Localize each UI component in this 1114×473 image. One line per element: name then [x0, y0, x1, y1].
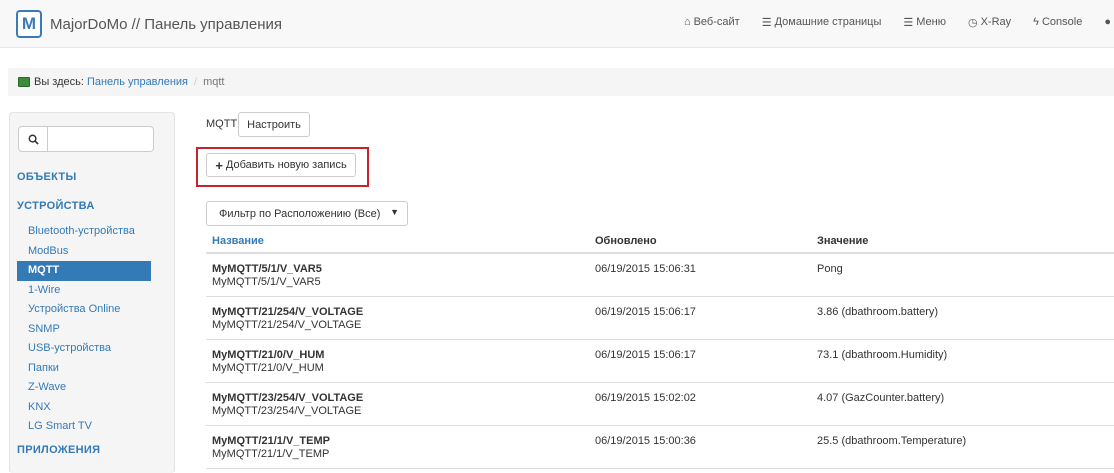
sidebar-item[interactable]: LG Smart TV	[17, 417, 151, 437]
cell-name: MyMQTT/21/254/V_VOLTAGE MyMQTT/21/254/V_V…	[212, 306, 363, 332]
cell-updated: 06/19/2015 15:06:17	[595, 349, 696, 361]
table-header: Название Обновлено Значение	[206, 229, 1114, 254]
cell-updated: 06/19/2015 15:02:02	[595, 392, 696, 404]
bolt-icon: ϟ	[1033, 16, 1039, 28]
sidebar-item[interactable]: USB-устройства	[17, 339, 151, 359]
cell-value: 73.1 (dbathroom.Humidity)	[817, 349, 948, 361]
table-row[interactable]: MyMQTT/23/254/V_VOLTAGE MyMQTT/23/254/V_V…	[206, 383, 1114, 426]
cell-name: MyMQTT/5/1/V_VAR5 MyMQTT/5/1/V_VAR5	[212, 263, 322, 289]
top-nav-menu: ⌂ Веб-сайт ☰ Домашние страницы ☰ Меню ◷ …	[684, 0, 1114, 44]
sidebar-section-apps[interactable]: ПРИЛОЖЕНИЯ	[17, 444, 100, 456]
breadcrumb: Вы здесь: Панель управления / mqtt	[8, 68, 1114, 96]
majordomo-logo[interactable]: M	[16, 10, 42, 38]
globe-icon: ●	[1104, 16, 1111, 28]
clock-icon: ◷	[967, 16, 978, 29]
nav-xray[interactable]: ◷ X-Ray	[968, 16, 1011, 29]
nav-language[interactable]: ●	[1104, 16, 1114, 28]
module-label: MQTT	[206, 118, 238, 130]
search-icon	[28, 134, 39, 145]
table-row[interactable]: MyMQTT/21/1/V_TEMP MyMQTT/21/1/V_TEMP 06/1…	[206, 426, 1114, 469]
sidebar-item[interactable]: MQTT	[17, 261, 151, 281]
sidebar-item[interactable]: Устройства Online	[17, 300, 151, 320]
breadcrumb-current: mqtt	[203, 76, 225, 88]
add-record-label: Добавить новую запись	[225, 159, 347, 171]
nav-menu[interactable]: ☰ Меню	[903, 16, 946, 29]
cell-value: 3.86 (dbathroom.battery)	[817, 306, 939, 318]
sidebar-item[interactable]: Папки	[17, 359, 151, 379]
breadcrumb-here-label: Вы здесь:	[34, 76, 84, 88]
search-button[interactable]	[18, 126, 48, 152]
table-row[interactable]: MyMQTT/21/0/V_HUM MyMQTT/21/0/V_HUM 06/19/…	[206, 340, 1114, 383]
sidebar-item[interactable]: KNX	[17, 398, 151, 418]
sidebar-search	[18, 126, 154, 152]
plus-icon: +	[215, 157, 223, 173]
cell-updated: 06/19/2015 15:06:17	[595, 306, 696, 318]
cell-name: MyMQTT/21/1/V_TEMP MyMQTT/21/1/V_TEMP	[212, 435, 330, 461]
record-title[interactable]: MyMQTT/5/1/V_VAR5	[212, 263, 322, 276]
record-path: MyMQTT/5/1/V_VAR5	[212, 276, 321, 288]
mqtt-table: Название Обновлено Значение MyMQTT/5/1/V…	[206, 229, 1114, 469]
breadcrumb-icon	[18, 77, 30, 87]
configure-button[interactable]: Настроить	[238, 112, 310, 137]
table-body: MyMQTT/5/1/V_VAR5 MyMQTT/5/1/V_VAR5 06/19/…	[206, 254, 1114, 469]
sidebar-item[interactable]: SNMP	[17, 320, 151, 340]
sidebar-device-list: Bluetooth-устройства ModBus MQTT 1-Wire Устр…	[17, 222, 151, 437]
search-input[interactable]	[48, 126, 154, 152]
sidebar-item[interactable]: 1-Wire	[17, 281, 151, 301]
app-title[interactable]: MajorDoMo // Панель управления	[50, 16, 282, 33]
table-row[interactable]: MyMQTT/21/254/V_VOLTAGE MyMQTT/21/254/V_V…	[206, 297, 1114, 340]
record-path: MyMQTT/21/1/V_TEMP	[212, 448, 330, 460]
record-title[interactable]: MyMQTT/21/0/V_HUM	[212, 349, 324, 362]
top-navbar: M MajorDoMo // Панель управления ⌂ Веб-с…	[0, 0, 1114, 48]
dropdown-arrow-icon: ▼	[390, 207, 399, 217]
table-row[interactable]: MyMQTT/5/1/V_VAR5 MyMQTT/5/1/V_VAR5 06/19/…	[206, 254, 1114, 297]
location-filter-select[interactable]: Фильтр по Расположению (Все) ▼	[206, 201, 408, 226]
nav-website[interactable]: ⌂ Веб-сайт	[684, 16, 740, 28]
nav-website-label: Веб-сайт	[693, 16, 740, 28]
column-header-value: Значение	[817, 234, 869, 247]
column-header-updated: Обновлено	[595, 234, 657, 247]
sidebar-item[interactable]: Bluetooth-устройства	[17, 222, 151, 242]
record-title[interactable]: MyMQTT/21/1/V_TEMP	[212, 435, 330, 448]
sidebar-section-objects[interactable]: ОБЪЕКТЫ	[17, 171, 77, 183]
list-icon: ☰	[761, 16, 772, 29]
cell-value: Pong	[817, 263, 843, 275]
add-record-button[interactable]: + Добавить новую запись	[206, 153, 356, 177]
column-header-name[interactable]: Название	[212, 235, 264, 247]
nav-menu-label: Меню	[916, 16, 946, 28]
breadcrumb-link-control-panel[interactable]: Панель управления	[87, 76, 188, 88]
cell-value: 4.07 (GazCounter.battery)	[817, 392, 945, 404]
record-title[interactable]: MyMQTT/21/254/V_VOLTAGE	[212, 306, 363, 319]
nav-home-pages[interactable]: ☰ Домашние страницы	[762, 16, 882, 29]
sidebar-item[interactable]: ModBus	[17, 242, 151, 262]
record-path: MyMQTT/23/254/V_VOLTAGE	[212, 405, 362, 417]
record-path: MyMQTT/21/254/V_VOLTAGE	[212, 319, 362, 331]
cell-updated: 06/19/2015 15:06:31	[595, 263, 696, 275]
record-title[interactable]: MyMQTT/23/254/V_VOLTAGE	[212, 392, 363, 405]
cell-updated: 06/19/2015 15:00:36	[595, 435, 696, 447]
sidebar-item[interactable]: Z-Wave	[17, 378, 151, 398]
nav-xray-label: X-Ray	[980, 16, 1012, 28]
cell-name: MyMQTT/21/0/V_HUM MyMQTT/21/0/V_HUM	[212, 349, 324, 375]
menu-icon: ☰	[903, 16, 914, 29]
sidebar-section-devices[interactable]: УСТРОЙСТВА	[17, 200, 95, 212]
nav-console[interactable]: ϟ Console	[1033, 16, 1082, 28]
home-icon: ⌂	[683, 16, 691, 28]
cell-value: 25.5 (dbathroom.Temperature)	[817, 435, 967, 447]
record-path: MyMQTT/21/0/V_HUM	[212, 362, 324, 374]
nav-home-pages-label: Домашние страницы	[774, 16, 882, 28]
cell-name: MyMQTT/23/254/V_VOLTAGE MyMQTT/23/254/V_V…	[212, 392, 363, 418]
breadcrumb-separator: /	[194, 76, 198, 88]
location-filter-value: Фильтр по Расположению (Все)	[219, 207, 381, 220]
nav-console-label: Console	[1041, 16, 1083, 28]
brand[interactable]: M MajorDoMo // Панель управления	[16, 10, 282, 38]
